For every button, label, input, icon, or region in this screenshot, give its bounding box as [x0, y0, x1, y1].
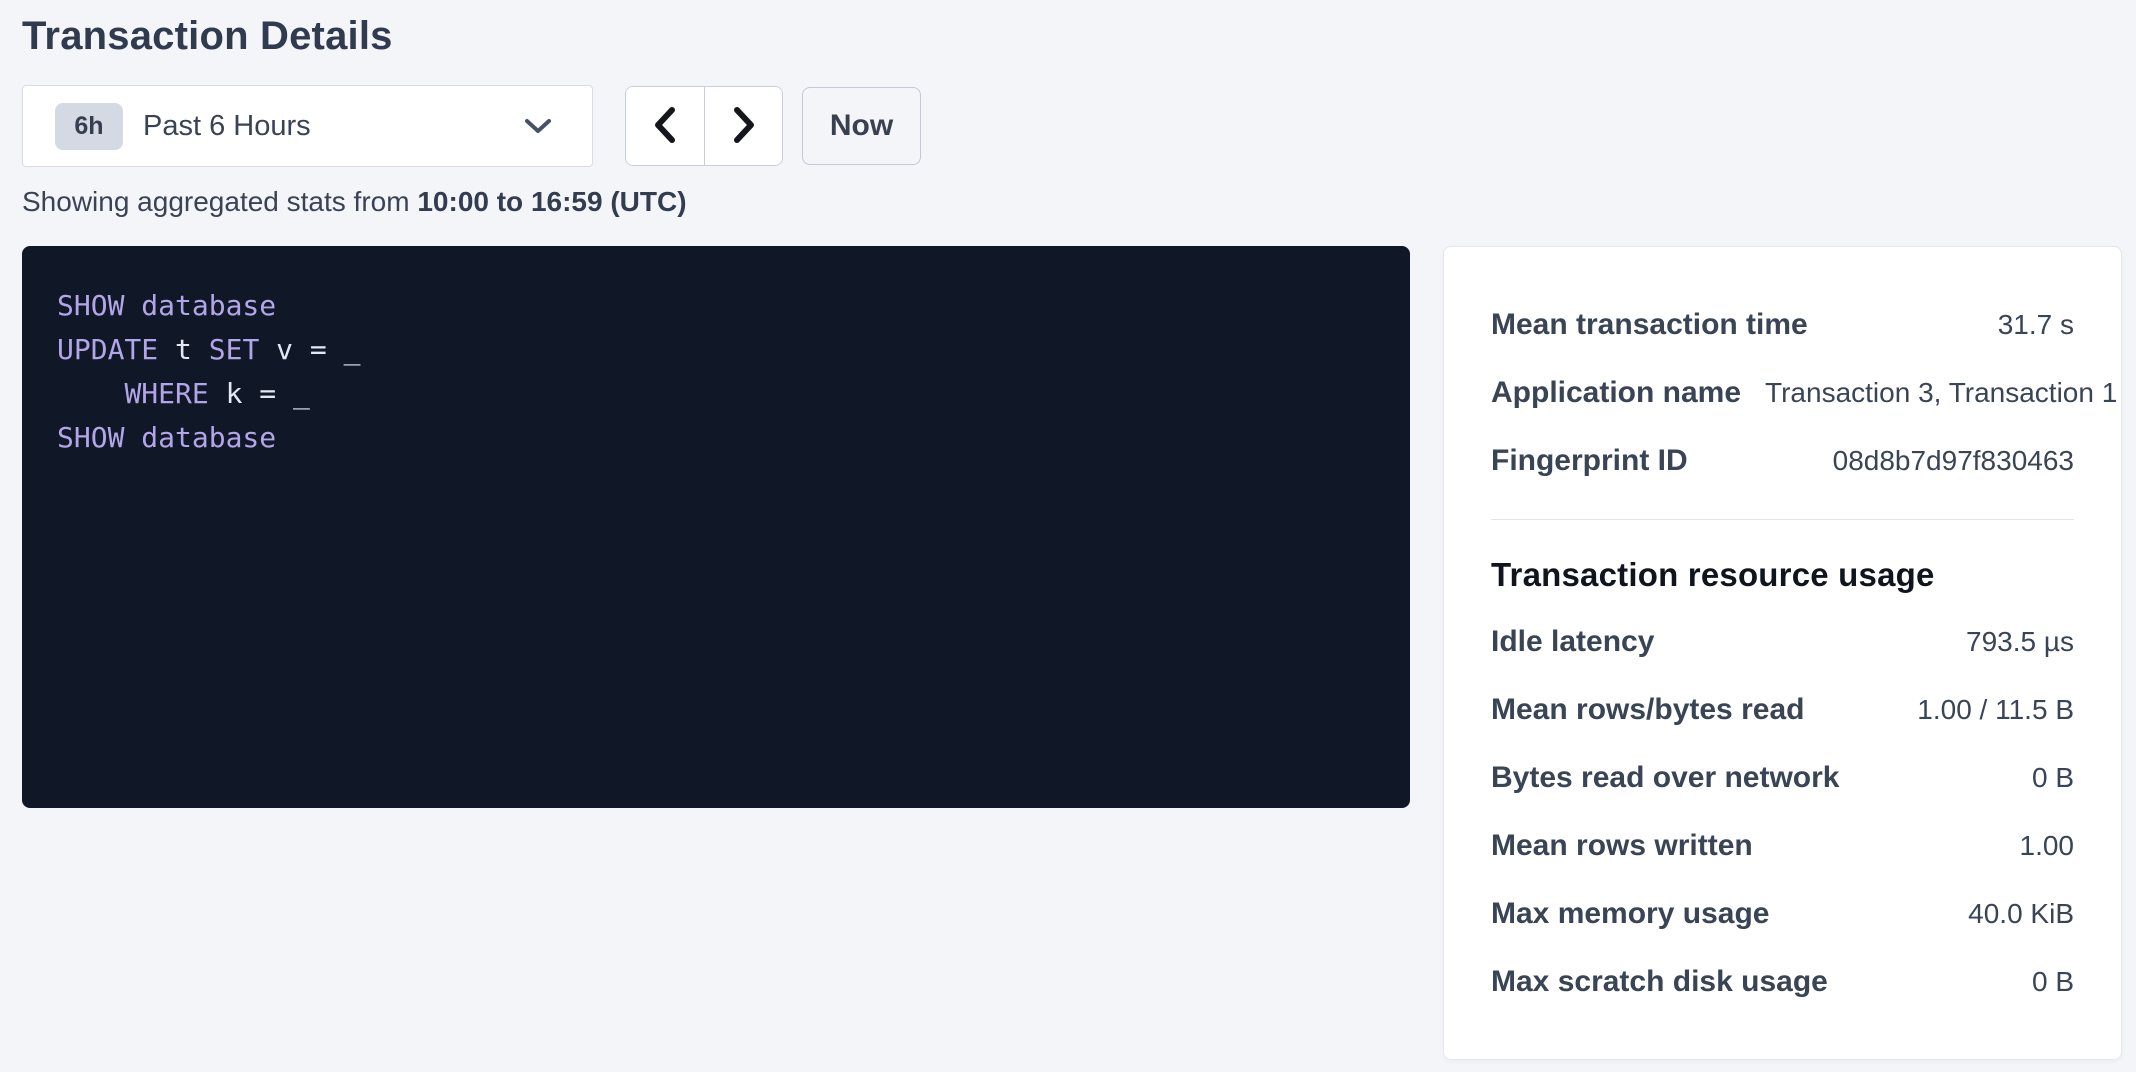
chevron-right-icon: [731, 106, 757, 147]
summary-value: Transaction 3, Transaction 1: [1765, 377, 2117, 409]
summary-label: Mean rows written: [1491, 829, 1753, 863]
summary-row: Fingerprint ID 08d8b7d97f830463: [1491, 427, 2074, 495]
code-token-keyword: SHOW database: [57, 289, 276, 322]
summary-label: Application name: [1491, 376, 1741, 410]
summary-row: Mean rows written 1.00: [1491, 812, 2074, 880]
code-line: UPDATE t SET v = _: [57, 328, 1380, 372]
code-token-keyword: WHERE: [124, 377, 208, 410]
time-range-label: Past 6 Hours: [143, 110, 311, 143]
code-token-plain: k = _: [209, 377, 310, 410]
summary-row: Mean transaction time 31.7 s: [1491, 291, 2074, 359]
code-token-keyword: UPDATE: [57, 333, 158, 366]
code-token-plain: v = _: [259, 333, 360, 366]
code-token-plain: [57, 377, 124, 410]
summary-row: Idle latency 793.5 µs: [1491, 608, 2074, 676]
code-line: SHOW database: [57, 284, 1380, 328]
summary-row: Max memory usage 40.0 KiB: [1491, 880, 2074, 948]
section-heading: Transaction resource usage: [1491, 556, 2074, 594]
section-divider: [1491, 519, 2074, 520]
summary-label: Mean transaction time: [1491, 308, 1808, 342]
summary-value: 1.00: [2020, 830, 2075, 862]
summary-resource-section: Idle latency 793.5 µs Mean rows/bytes read…: [1491, 608, 2074, 1016]
time-nav-group: [625, 86, 783, 166]
summary-row: Bytes read over network 0 B: [1491, 744, 2074, 812]
summary-value: 793.5 µs: [1966, 626, 2074, 658]
code-line: WHERE k = _: [57, 372, 1380, 416]
time-range-badge: 6h: [55, 103, 123, 150]
main-content: SHOW database UPDATE t SET v = _ WHERE k …: [22, 246, 2136, 1060]
summary-row: Max scratch disk usage 0 B: [1491, 948, 2074, 1016]
transaction-details-page: Transaction Details 6h Past 6 Hours: [0, 0, 2136, 1072]
time-controls: 6h Past 6 Hours: [22, 85, 2136, 167]
chevron-left-icon: [652, 106, 678, 147]
summary-label: Mean rows/bytes read: [1491, 693, 1804, 727]
chevron-down-icon: [524, 117, 552, 135]
summary-label: Bytes read over network: [1491, 761, 1839, 795]
summary-top-section: Mean transaction time 31.7 s Application n…: [1491, 291, 2074, 495]
summary-value: 1.00 / 11.5 B: [1917, 694, 2074, 726]
summary-value: 08d8b7d97f830463: [1833, 445, 2074, 477]
now-button[interactable]: Now: [802, 87, 921, 165]
stats-caption-range: 10:00 to 16:59 (UTC): [417, 186, 686, 217]
prev-time-button[interactable]: [626, 87, 704, 165]
time-range-picker[interactable]: 6h Past 6 Hours: [22, 85, 593, 167]
summary-row: Mean rows/bytes read 1.00 / 11.5 B: [1491, 676, 2074, 744]
summary-value: 0 B: [2032, 966, 2074, 998]
sql-code-block: SHOW database UPDATE t SET v = _ WHERE k …: [22, 246, 1410, 808]
stats-caption: Showing aggregated stats from 10:00 to 1…: [22, 186, 2136, 218]
summary-value: 31.7 s: [1998, 309, 2074, 341]
code-token-keyword: SHOW database: [57, 421, 276, 454]
page-title: Transaction Details: [22, 14, 2136, 59]
stats-caption-prefix: Showing aggregated stats from: [22, 186, 417, 217]
summary-label: Max scratch disk usage: [1491, 965, 1828, 999]
summary-label: Fingerprint ID: [1491, 444, 1688, 478]
summary-value: 0 B: [2032, 762, 2074, 794]
summary-value: 40.0 KiB: [1968, 898, 2074, 930]
code-token-keyword: SET: [209, 333, 260, 366]
summary-row: Application nameTransaction 3, Transacti…: [1491, 359, 2074, 427]
summary-label: Idle latency: [1491, 625, 1654, 659]
summary-label: Max memory usage: [1491, 897, 1769, 931]
summary-card: Mean transaction time 31.7 s Application n…: [1443, 246, 2122, 1060]
code-token-plain: t: [158, 333, 209, 366]
code-line: SHOW database: [57, 416, 1380, 460]
next-time-button[interactable]: [704, 87, 782, 165]
